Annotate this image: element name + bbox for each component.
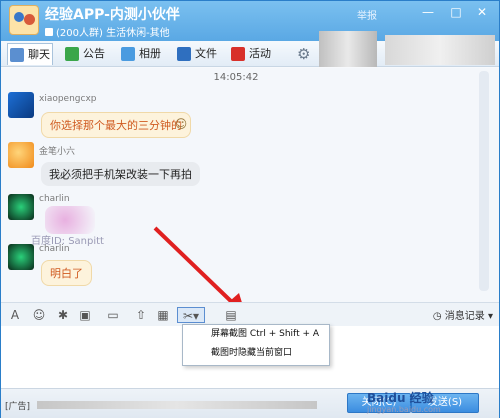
scissors-icon: ✂▾ bbox=[182, 309, 200, 323]
message-record-label: 消息记录 bbox=[444, 311, 485, 322]
gift-box-icon[interactable]: ▦ bbox=[155, 307, 171, 323]
gift-icon[interactable]: ▣ bbox=[77, 307, 93, 323]
bottom-bar: [广告] 关闭(C) 发送(S) Baidu 经验 jingyan.baidu.… bbox=[1, 388, 499, 418]
arrow-shaft bbox=[153, 226, 239, 309]
screenshot-menu: 屏幕截图 Ctrl + Shift + A 截图时隐藏当前窗口 bbox=[182, 324, 330, 366]
ad-content[interactable] bbox=[37, 401, 317, 409]
menu-item-screenshot[interactable]: 屏幕截图 Ctrl + Shift + A bbox=[183, 325, 329, 344]
clock-icon: ◷ bbox=[432, 311, 445, 322]
watermark-url: jingyan.baidu.com bbox=[367, 405, 441, 414]
emoji-icon[interactable]: ☺ bbox=[31, 307, 47, 323]
screenshot-button[interactable]: ✂▾ bbox=[177, 307, 205, 323]
nudge-icon[interactable]: ✱ bbox=[55, 307, 71, 323]
ad-label: [广告] bbox=[5, 402, 31, 412]
baidu-watermark: Baidu 经验 bbox=[367, 391, 434, 405]
chat-window: 经验APP-内测小伙伴 (200人群) 生活休闲-其他 举报 — □ ✕ 聊天 … bbox=[0, 0, 500, 418]
message-record-button[interactable]: ◷ 消息记录 ▾ bbox=[433, 307, 493, 322]
input-toolbar: A ☺ ✱ ▣ ▭ ⇧ ▦ ✂▾ ▤ ◷ 消息记录 ▾ bbox=[1, 302, 499, 326]
image-icon[interactable]: ▭ bbox=[105, 307, 121, 323]
menu-item-hide-window[interactable]: 截图时隐藏当前窗口 bbox=[183, 344, 329, 363]
font-icon[interactable]: A bbox=[7, 307, 23, 323]
video-icon[interactable]: ▤ bbox=[223, 307, 239, 323]
upload-icon[interactable]: ⇧ bbox=[133, 307, 149, 323]
